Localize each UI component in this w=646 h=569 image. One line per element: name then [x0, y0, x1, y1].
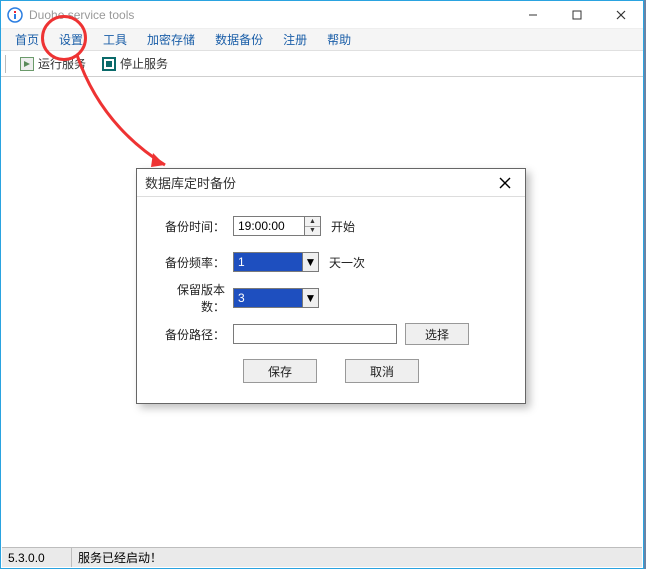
- menu-encrypt[interactable]: 加密存储: [139, 29, 203, 50]
- menu-help[interactable]: 帮助: [319, 29, 359, 50]
- keep-value: 3: [234, 289, 302, 307]
- dialog-title: 数据库定时备份: [145, 173, 236, 192]
- browse-button[interactable]: 选择: [405, 323, 469, 345]
- time-spinner[interactable]: ▲ ▼: [305, 216, 321, 236]
- dialog-body: 备份时间： 19:00:00 ▲ ▼ 开始 备份频率： 1 ▼ 天一次 保留版本…: [137, 197, 525, 403]
- menu-tools[interactable]: 工具: [95, 29, 135, 50]
- status-message: 服务已经启动！: [72, 548, 642, 567]
- chevron-down-icon[interactable]: ▼: [305, 227, 320, 236]
- minimize-button[interactable]: [511, 1, 555, 28]
- backup-dialog: 数据库定时备份 备份时间： 19:00:00 ▲ ▼ 开始 备份频率： 1 ▼: [136, 168, 526, 404]
- label-path: 备份路径：: [157, 326, 233, 343]
- run-label: 运行服务: [38, 55, 86, 72]
- status-version: 5.3.0.0: [2, 548, 72, 567]
- time-suffix: 开始: [331, 218, 355, 235]
- menu-backup[interactable]: 数据备份: [207, 29, 271, 50]
- app-window: Duohe service tools 首页 设置 工具 加密存储 数据备份 注…: [0, 0, 644, 569]
- chevron-up-icon[interactable]: ▲: [305, 217, 320, 227]
- window-title: Duohe service tools: [29, 8, 134, 22]
- dialog-titlebar: 数据库定时备份: [137, 169, 525, 197]
- stop-service-button[interactable]: 停止服务: [98, 53, 172, 74]
- close-icon: [499, 177, 511, 189]
- freq-value: 1: [234, 253, 302, 271]
- stop-label: 停止服务: [120, 55, 168, 72]
- window-controls: [511, 1, 643, 28]
- maximize-button[interactable]: [555, 1, 599, 28]
- cancel-button[interactable]: 取消: [345, 359, 419, 383]
- titlebar: Duohe service tools: [1, 1, 643, 29]
- keep-combo[interactable]: 3 ▼: [233, 288, 319, 308]
- run-service-button[interactable]: 运行服务: [16, 53, 90, 74]
- statusbar: 5.3.0.0 服务已经启动！: [2, 547, 642, 567]
- stop-icon: [102, 57, 116, 71]
- menu-settings[interactable]: 设置: [51, 29, 91, 50]
- chevron-down-icon[interactable]: ▼: [302, 253, 318, 271]
- play-icon: [20, 57, 34, 71]
- close-button[interactable]: [599, 1, 643, 28]
- dialog-close-button[interactable]: [493, 173, 517, 193]
- freq-combo[interactable]: 1 ▼: [233, 252, 319, 272]
- save-button[interactable]: 保存: [243, 359, 317, 383]
- path-input[interactable]: [233, 324, 397, 344]
- label-freq: 备份频率：: [157, 254, 233, 271]
- label-time: 备份时间：: [157, 218, 233, 235]
- menubar: 首页 设置 工具 加密存储 数据备份 注册 帮助: [1, 29, 643, 51]
- label-keep: 保留版本数：: [157, 281, 233, 315]
- freq-suffix: 天一次: [329, 254, 365, 271]
- menu-home[interactable]: 首页: [7, 29, 47, 50]
- time-input[interactable]: 19:00:00: [233, 216, 305, 236]
- toolbar: 运行服务 停止服务: [1, 51, 643, 77]
- menu-register[interactable]: 注册: [275, 29, 315, 50]
- app-icon: [7, 7, 23, 23]
- chevron-down-icon[interactable]: ▼: [302, 289, 318, 307]
